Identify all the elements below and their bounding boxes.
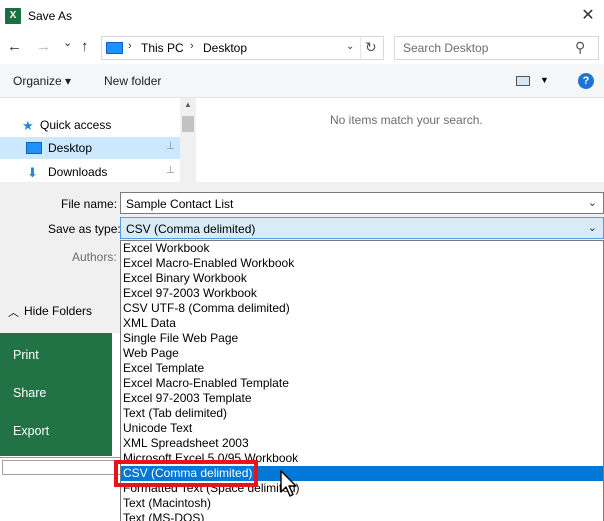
hide-folders-button[interactable]: ︿ Hide Folders <box>0 294 120 330</box>
file-name-value: Sample Contact List <box>126 197 234 211</box>
close-button[interactable]: ✕ <box>578 6 598 26</box>
refresh-icon[interactable]: ↻ <box>365 39 377 56</box>
nav-item-label: Desktop <box>48 141 93 155</box>
toolbar: Organize ▾ New folder ▼ ? <box>0 64 604 98</box>
download-arrow-icon: ⬇ <box>27 165 38 180</box>
backstage-divider <box>0 457 120 458</box>
address-bar[interactable]: › This PC › Desktop ⌄ ↻ <box>101 36 384 60</box>
scrollbar-thumb[interactable] <box>182 116 194 132</box>
save-as-type-label: Save as type: <box>48 222 121 236</box>
file-type-option[interactable]: Text (MS-DOS) <box>121 511 603 521</box>
pin-icon[interactable]: ⊥ <box>166 141 175 152</box>
dialog-title: Save As <box>28 9 73 23</box>
file-type-option[interactable]: CSV UTF-8 (Comma delimited) <box>121 301 603 316</box>
chevron-down-icon[interactable]: ⌄ <box>588 221 597 234</box>
file-type-option[interactable]: Single File Web Page <box>121 331 603 346</box>
recent-locations-chevron-icon[interactable]: ⌄ <box>63 36 72 49</box>
save-as-type-select[interactable]: CSV (Comma delimited) ⌄ <box>120 217 604 239</box>
file-name-field[interactable]: Sample Contact List ⌄ <box>120 192 604 214</box>
change-view-icon[interactable] <box>516 76 530 86</box>
pin-icon[interactable]: ⊥ <box>166 165 175 176</box>
file-type-option[interactable]: Text (Tab delimited) <box>121 406 603 421</box>
hide-folders-label: Hide Folders <box>24 304 93 318</box>
nav-item-downloads[interactable]: ⬇ Downloads ⊥ <box>0 161 180 183</box>
authors-label: Authors: <box>72 250 117 264</box>
search-icon[interactable]: ⚲ <box>575 39 585 56</box>
backstage-field <box>2 460 120 475</box>
file-type-option[interactable]: Excel 97-2003 Workbook <box>121 286 603 301</box>
file-type-option[interactable]: Unicode Text <box>121 421 603 436</box>
this-pc-icon <box>106 42 123 54</box>
backstage-item-share[interactable]: Share <box>13 386 46 400</box>
file-type-option[interactable]: Excel Macro-Enabled Workbook <box>121 256 603 271</box>
navigation-pane: ★ Quick access Desktop ⊥ ⬇ Downloads ⊥ <box>0 98 196 182</box>
nav-item-label: Quick access <box>40 118 112 132</box>
help-icon[interactable]: ? <box>578 73 594 89</box>
excel-icon: X <box>5 8 21 24</box>
organize-button[interactable]: Organize ▾ <box>13 74 71 88</box>
file-type-option[interactable]: Web Page <box>121 346 603 361</box>
search-input[interactable]: Search Desktop ⚲ <box>394 36 599 60</box>
up-arrow-icon[interactable]: ↑ <box>81 38 89 55</box>
desktop-icon <box>26 142 42 157</box>
file-type-option[interactable]: XML Data <box>121 316 603 331</box>
address-divider <box>360 37 361 59</box>
back-arrow-icon[interactable]: ← <box>7 38 22 55</box>
nav-item-quick-access[interactable]: ★ Quick access <box>0 114 180 136</box>
file-type-option[interactable]: Excel 97-2003 Template <box>121 391 603 406</box>
file-type-option[interactable]: Excel Workbook <box>121 241 603 256</box>
breadcrumb-this-pc[interactable]: This PC <box>141 41 184 55</box>
file-type-option[interactable]: Excel Macro-Enabled Template <box>121 376 603 391</box>
breadcrumb-desktop[interactable]: Desktop <box>203 41 247 55</box>
nav-item-desktop[interactable]: Desktop ⊥ <box>0 137 180 159</box>
breadcrumb-separator-icon: › <box>190 40 194 52</box>
new-folder-button[interactable]: New folder <box>104 74 161 88</box>
scroll-up-icon[interactable]: ▲ <box>184 100 192 109</box>
address-dropdown-icon[interactable]: ⌄ <box>346 41 354 52</box>
chevron-up-icon: ︿ <box>8 307 19 319</box>
file-type-option[interactable]: Excel Binary Workbook <box>121 271 603 286</box>
annotation-highlight-box <box>114 460 258 487</box>
save-as-type-value: CSV (Comma delimited) <box>126 222 256 236</box>
chevron-down-icon[interactable]: ⌄ <box>588 196 597 209</box>
title-bar: X Save As ✕ <box>0 0 604 32</box>
navigation-scrollbar[interactable]: ▲ <box>180 98 196 182</box>
file-type-option[interactable]: Excel Template <box>121 361 603 376</box>
forward-arrow-icon[interactable]: → <box>36 38 51 55</box>
file-name-label: File name: <box>61 197 118 211</box>
backstage-item-print[interactable]: Print <box>13 348 39 362</box>
backstage-item-export[interactable]: Export <box>13 424 49 438</box>
star-icon: ★ <box>22 118 34 133</box>
view-options-dropdown-icon[interactable]: ▼ <box>540 75 549 85</box>
breadcrumb-separator-icon: › <box>128 40 132 52</box>
file-type-option[interactable]: Text (Macintosh) <box>121 496 603 511</box>
search-placeholder: Search Desktop <box>403 41 489 55</box>
nav-item-label: Downloads <box>48 165 108 179</box>
empty-folder-message: No items match your search. <box>330 113 483 127</box>
file-type-option[interactable]: XML Spreadsheet 2003 <box>121 436 603 451</box>
mouse-cursor-icon <box>280 470 297 497</box>
